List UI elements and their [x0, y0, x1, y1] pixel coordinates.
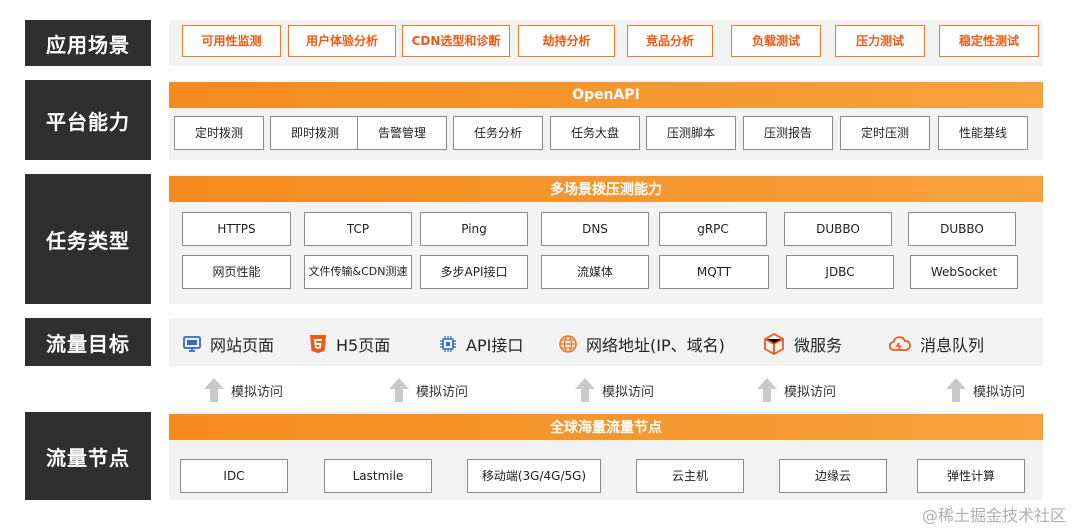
scenario-box: 可用性监测 [182, 25, 281, 57]
task-type-box: JDBC [786, 255, 894, 289]
scenario-box: 竞品分析 [627, 25, 713, 57]
node-box: 移动端(3G/4G/5G) [467, 459, 601, 493]
up-arrow-icon [204, 378, 224, 402]
watermark: @稀土掘金技术社区 [921, 506, 1066, 525]
access-label: 模拟访问 [784, 384, 837, 400]
task-capability-bar: 多场景拨压测能力 [169, 176, 1043, 202]
task-type-box: Ping [420, 212, 528, 246]
target-label: H5页面 [336, 336, 391, 355]
up-arrow-icon [389, 378, 409, 402]
up-arrow-icon [757, 378, 777, 402]
platform-item: 任务分析 [453, 116, 543, 150]
global-nodes-bar: 全球海量流量节点 [169, 414, 1043, 440]
node-box: 云主机 [636, 459, 744, 493]
access-label: 模拟访问 [973, 384, 1026, 400]
node-box: IDC [180, 459, 288, 493]
platform-item: 即时拨测 [270, 116, 360, 150]
row-label-nodes: 流量节点 [25, 412, 151, 500]
target-website: 网站页面 [182, 331, 274, 357]
target-label: API接口 [466, 336, 524, 355]
access-label: 模拟访问 [231, 384, 284, 400]
target-label: 网络地址(IP、域名) [586, 336, 725, 355]
task-type-box: DNS [541, 212, 649, 246]
platform-item: 定时拨测 [174, 116, 264, 150]
row-label-tasks: 任务类型 [25, 174, 151, 304]
cube-icon [762, 332, 786, 356]
access-arrow: 模拟访问 [945, 374, 1025, 406]
platform-item: 性能基线 [938, 116, 1028, 150]
task-type-box: 文件传输&CDN测速 [304, 255, 412, 289]
row-label-targets: 流量目标 [25, 318, 151, 366]
scenario-box: 稳定性测试 [939, 25, 1039, 57]
target-label: 微服务 [794, 336, 843, 355]
up-arrow-icon [575, 378, 595, 402]
access-arrow: 模拟访问 [574, 374, 654, 406]
target-label: 网站页面 [210, 336, 275, 355]
chip-icon [438, 334, 458, 354]
task-type-box: DUBBO [784, 212, 892, 246]
target-api: API接口 [438, 331, 523, 357]
scenario-box: 负载测试 [731, 25, 821, 57]
access-label: 模拟访问 [602, 384, 655, 400]
scenario-box: 劫持分析 [518, 25, 615, 57]
node-box: Lastmile [324, 459, 432, 493]
access-arrow: 模拟访问 [756, 374, 836, 406]
task-type-box: HTTPS [182, 212, 291, 246]
scenario-box: CDN选型和诊断 [402, 25, 510, 57]
platform-item: 任务大盘 [550, 116, 640, 150]
row-label-platform: 平台能力 [25, 80, 151, 160]
platform-item: 定时压测 [840, 116, 930, 150]
platform-item: 压测脚本 [646, 116, 736, 150]
access-arrow: 模拟访问 [203, 374, 283, 406]
target-h5: H5页面 [308, 331, 390, 357]
access-label: 模拟访问 [416, 384, 469, 400]
task-type-box: MQTT [659, 255, 769, 289]
monitor-icon [182, 334, 202, 354]
row-label-scenarios: 应用场景 [25, 20, 151, 66]
up-arrow-icon [946, 378, 966, 402]
target-queue: 消息队列 [888, 331, 984, 357]
target-network: 网络地址(IP、域名) [558, 331, 725, 357]
task-type-box: 网页性能 [182, 255, 291, 289]
node-box: 弹性计算 [917, 459, 1025, 493]
task-type-box: 多步API接口 [420, 255, 528, 289]
openapi-bar: OpenAPI [169, 82, 1043, 108]
platform-item: 告警管理 [357, 116, 447, 150]
access-arrow: 模拟访问 [388, 374, 468, 406]
html5-icon [308, 334, 328, 354]
task-type-box: WebSocket [910, 255, 1018, 289]
task-type-box: DUBBO [908, 212, 1016, 246]
cloud-icon [888, 334, 912, 354]
globe-icon [558, 334, 578, 354]
scenario-box: 用户体验分析 [288, 25, 396, 57]
task-type-box: TCP [304, 212, 412, 246]
platform-item: 压测报告 [743, 116, 833, 150]
task-type-box: gRPC [659, 212, 767, 246]
task-type-box: 流媒体 [541, 255, 649, 289]
target-microservice: 微服务 [762, 331, 842, 357]
node-box: 边缘云 [779, 459, 887, 493]
scenario-box: 压力测试 [835, 25, 925, 57]
target-label: 消息队列 [920, 336, 985, 355]
